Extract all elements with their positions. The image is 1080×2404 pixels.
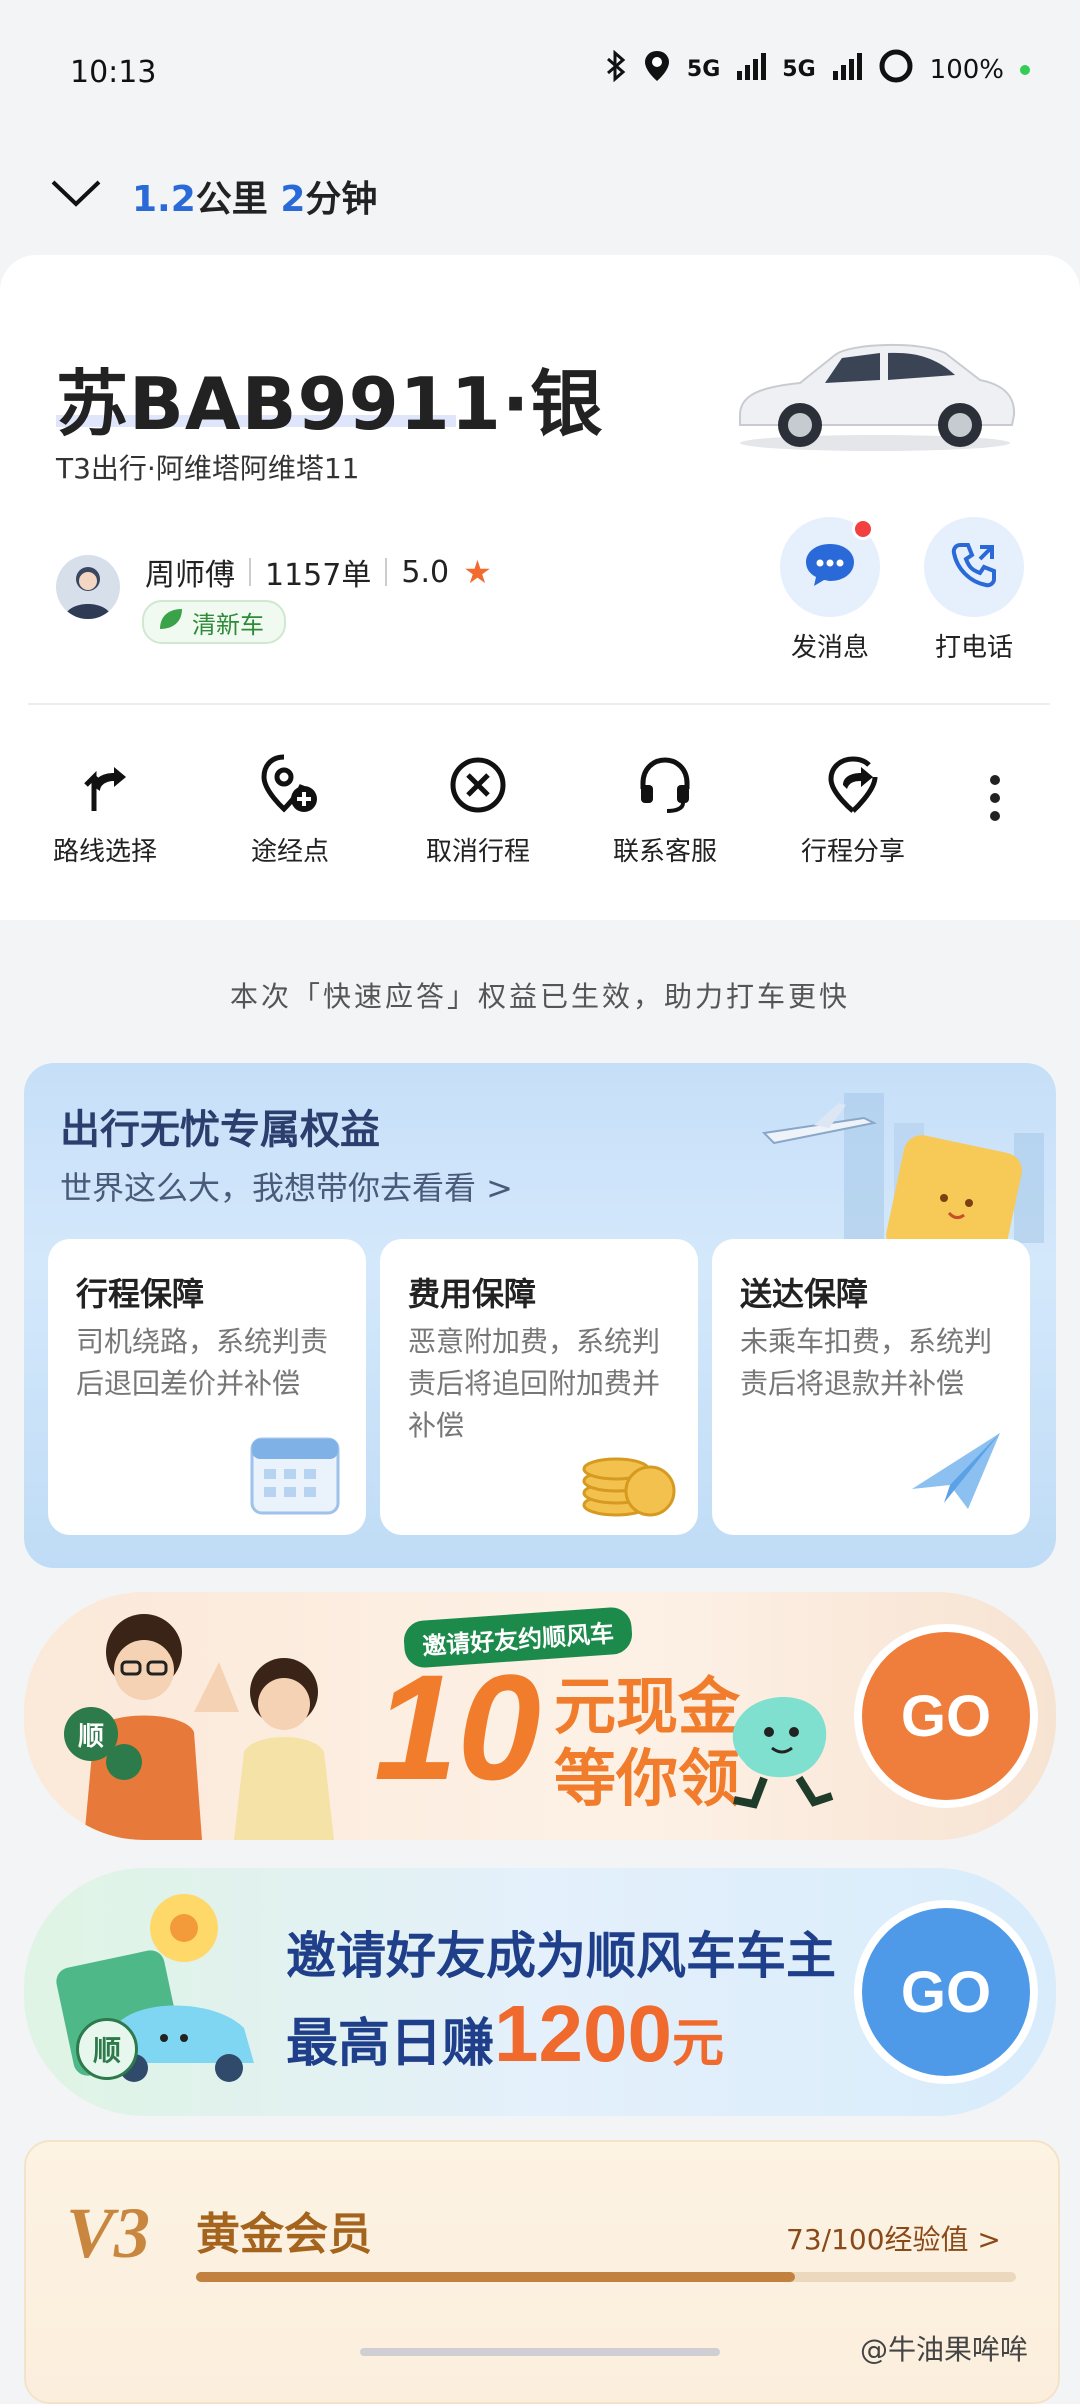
line2-suffix: 元 (671, 2014, 724, 2074)
action-trip-share[interactable]: 行程分享 (778, 745, 928, 868)
unread-dot (852, 518, 874, 540)
cancel-circle-icon (403, 745, 553, 825)
benefit-title: 送达保障 (740, 1275, 869, 1313)
shun-car-illustration (56, 1894, 254, 2082)
phone-icon (950, 541, 998, 593)
shun-badge: 顺 (64, 1707, 118, 1761)
driver-card: 苏BAB9911·银 T3出行·阿维塔阿维塔11 周师傅 1157单 5.0 ★… (0, 255, 1080, 920)
card-divider (28, 703, 1050, 705)
member-level: V3 (66, 2193, 151, 2273)
call-label: 打电话 (934, 633, 1013, 663)
action-cancel-trip[interactable]: 取消行程 (403, 745, 553, 868)
go-button-driver[interactable]: GO (854, 1900, 1038, 2084)
cash-line1: 元现金 (554, 1670, 741, 1743)
member-title: 黄金会员 (196, 2209, 372, 2260)
car-image (730, 325, 1020, 455)
benefit-card-delivery[interactable]: 送达保障 未乘车扣费，系统判责后将退款并补偿 (712, 1239, 1030, 1535)
calendar-icon (250, 1437, 340, 1515)
benefits-panel[interactable]: 出行无忧专属权益 世界这么大，我想带你去看看 > 行程保障 司机绕路，系统判责后… (24, 1063, 1056, 1568)
badge-label: 清新车 (192, 610, 264, 639)
benefit-title: 费用保障 (408, 1275, 537, 1313)
driver-info: 周师傅 1157单 5.0 ★ (145, 550, 492, 594)
divider (385, 558, 388, 586)
distance-value: 1.2 (132, 179, 196, 220)
eta-unit: 分钟 (305, 179, 378, 220)
benefit-card-trip[interactable]: 行程保障 司机绕路，系统判责后退回差价并补偿 (48, 1239, 366, 1535)
promo-banner-cash[interactable]: 邀请好友约顺风车 顺 10 元现金 等你领 GO (24, 1592, 1056, 1840)
share-location-icon (778, 745, 928, 825)
action-waypoint[interactable]: 途经点 (215, 745, 365, 868)
battery-percent: 100% (929, 54, 1004, 85)
driver-promo-line1: 邀请好友成为顺风车车主 (286, 1927, 836, 1985)
license-plate: 苏BAB9911·银 (56, 362, 604, 446)
experience-progress-fill (196, 2272, 795, 2282)
benefits-subtitle[interactable]: 世界这么大，我想带你去看看 > (60, 1163, 513, 1209)
network-5g-label-2: 5G (782, 57, 816, 82)
eta-value: 2 (280, 179, 306, 220)
travel-illustration (761, 1093, 1044, 1263)
star-icon: ★ (463, 553, 492, 591)
status-time: 10:13 (70, 55, 157, 90)
status-icons: 5G 5G 100% (605, 48, 1030, 91)
mascot-icon (732, 1697, 834, 1809)
watermark: @牛油果哞哞 (860, 2333, 1029, 2366)
more-icon[interactable] (985, 775, 1005, 829)
signal-icon (736, 51, 767, 88)
benefits-title: 出行无忧专属权益 (60, 1107, 380, 1153)
driver-avatar[interactable] (56, 555, 120, 619)
action-label: 取消行程 (425, 837, 530, 867)
earn-amount: 1200 (494, 1989, 672, 2078)
driver-promo-line2: 最高日赚 1200 元 (286, 1988, 724, 2080)
benefit-desc: 司机绕路，系统判责后退回差价并补偿 (76, 1325, 329, 1400)
battery-ring-icon (878, 48, 914, 91)
status-bar: 10:13 5G 5G 100% (0, 0, 1080, 140)
paper-plane-icon (912, 1433, 1000, 1509)
experience-progress-bar (196, 2272, 1016, 2282)
headset-icon (590, 745, 740, 825)
fast-response-notice: 本次「快速应答」权益已生效，助力打车更快 (229, 980, 850, 1013)
clean-car-badge: 清新车 (142, 600, 286, 644)
home-indicator[interactable] (360, 2348, 720, 2356)
driver-rating: 5.0 (401, 554, 450, 590)
benefit-card-fee[interactable]: 费用保障 恶意附加费，系统判责后将追回附加费并补偿 (380, 1239, 698, 1535)
message-label: 发消息 (790, 633, 869, 663)
chat-bubble-icon (804, 542, 856, 592)
cash-line2: 等你领 (554, 1742, 741, 1815)
charging-dot (1020, 64, 1030, 75)
driver-name: 周师傅 (145, 558, 235, 593)
coins-icon (582, 1457, 676, 1517)
collapse-chevron-icon[interactable] (50, 176, 102, 217)
waypoint-add-icon (215, 745, 365, 825)
bluetooth-icon (605, 49, 627, 89)
benefit-title: 行程保障 (76, 1275, 205, 1313)
network-5g-label: 5G (686, 57, 721, 82)
member-experience[interactable]: 73/100经验值 > (786, 2218, 1001, 2258)
line2-prefix: 最高日赚 (286, 2014, 495, 2074)
distance-unit: 公里 (195, 179, 268, 220)
vehicle-model: T3出行·阿维塔阿维塔11 (56, 452, 360, 485)
promo-banner-driver[interactable]: 顺 邀请好友成为顺风车车主 最高日赚 1200 元 GO (24, 1868, 1056, 2116)
action-customer-service[interactable]: 联系客服 (590, 745, 740, 868)
trip-summary: 1.2公里 2分钟 (50, 170, 377, 222)
action-route-select[interactable]: 路线选择 (30, 745, 180, 868)
action-label: 行程分享 (800, 837, 905, 867)
call-button[interactable] (924, 517, 1024, 617)
action-label: 联系客服 (612, 837, 717, 867)
action-label: 途经点 (250, 837, 329, 867)
leaf-icon (158, 607, 184, 637)
location-icon (643, 49, 671, 90)
go-button-cash[interactable]: GO (854, 1624, 1038, 1808)
divider (249, 558, 251, 586)
cash-amount: 10 (374, 1643, 541, 1811)
shun-badge: 顺 (76, 2018, 138, 2080)
action-label: 路线选择 (52, 837, 157, 867)
driver-orders: 1157单 (265, 558, 372, 593)
signal-icon-2 (832, 51, 862, 88)
route-fork-icon (30, 745, 180, 825)
benefit-desc: 未乘车扣费，系统判责后将退款并补偿 (740, 1325, 993, 1400)
